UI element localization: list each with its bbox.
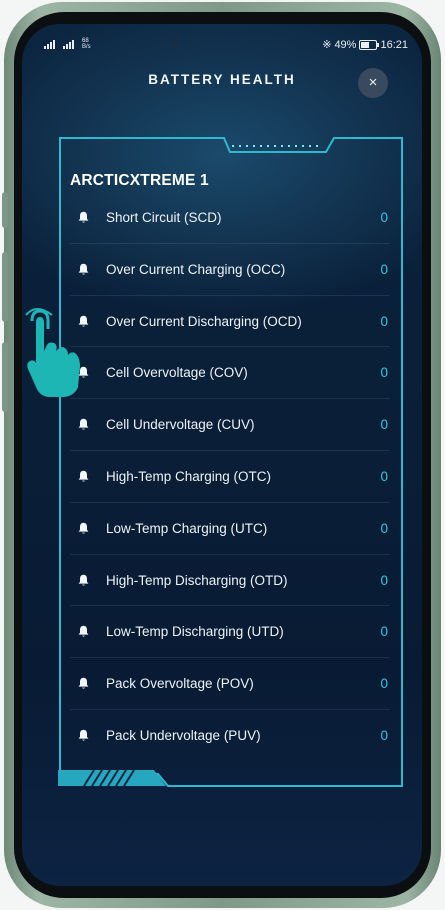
battery-icon xyxy=(359,39,380,50)
alarm-count: 0 xyxy=(380,468,388,484)
clock: 16:21 xyxy=(380,38,408,51)
alarm-label: High-Temp Discharging (OTD) xyxy=(106,572,288,588)
alarm-row: Low-Temp Charging (UTC) 0 xyxy=(70,503,390,555)
front-camera xyxy=(172,40,178,46)
status-left: 68 B/s xyxy=(44,38,91,50)
alarm-row: High-Temp Discharging (OTD) 0 xyxy=(70,555,390,607)
bell-icon xyxy=(78,677,89,689)
device-name: ARCTICXTREME 1 xyxy=(70,172,209,189)
signal-icon xyxy=(44,39,55,49)
alarm-count: 0 xyxy=(380,417,388,433)
alarm-row: Pack Undervoltage (PUV) 0 xyxy=(70,710,390,761)
alarm-count: 0 xyxy=(380,624,388,640)
network-speed-unit: B/s xyxy=(82,44,91,50)
signal-icon xyxy=(63,39,74,49)
bell-icon xyxy=(78,263,89,275)
tap-hand-icon xyxy=(25,308,80,397)
bluetooth-icon: ※ xyxy=(322,39,332,51)
alarm-label: Over Current Discharging (OCD) xyxy=(106,313,302,329)
alarm-row: Cell Overvoltage (COV) 0 xyxy=(70,347,390,400)
alarm-count: 0 xyxy=(380,365,388,381)
close-button[interactable]: × xyxy=(358,68,388,98)
network-speed: 68 B/s xyxy=(82,38,91,50)
bell-icon xyxy=(78,522,89,534)
alarm-label: Cell Undervoltage (CUV) xyxy=(106,417,255,433)
close-icon: × xyxy=(368,74,378,91)
alarm-label: Over Current Charging (OCC) xyxy=(106,261,286,277)
alarm-count: 0 xyxy=(380,313,388,329)
alarm-count: 0 xyxy=(380,520,388,536)
alarm-label: Pack Overvoltage (POV) xyxy=(106,676,254,692)
status-right: ※ 49% 16:21 xyxy=(322,38,408,52)
alarm-row: Low-Temp Discharging (UTD) 0 xyxy=(70,606,390,659)
alarm-count: 0 xyxy=(380,676,388,692)
alarm-label: Low-Temp Charging (UTC) xyxy=(106,520,268,536)
bell-icon xyxy=(78,729,89,741)
alarm-row: Cell Undervoltage (CUV) 0 xyxy=(70,399,390,451)
bell-icon xyxy=(78,626,89,637)
alarm-row: Pack Overvoltage (POV) 0 xyxy=(70,658,390,710)
alarm-row: High-Temp Charging (OTC) 0 xyxy=(70,451,390,503)
alarm-count: 0 xyxy=(380,572,388,588)
alarm-label: Pack Undervoltage (PUV) xyxy=(106,727,261,743)
alarm-label: High-Temp Charging (OTC) xyxy=(106,468,272,484)
power-button xyxy=(2,342,8,412)
volume-button xyxy=(2,192,8,228)
bell-icon xyxy=(78,211,89,223)
bell-icon xyxy=(78,418,89,430)
battery-percent: 49% xyxy=(334,38,357,51)
app-screen: 68 B/s ※ 49% 16:21 BATTERY HEALTH × ARCT… xyxy=(22,24,422,886)
alarm-list: Short Circuit (SCD) 0 Over Current Chargin… xyxy=(70,192,390,761)
alarm-row: Over Current Discharging (OCD) 0 xyxy=(70,296,390,348)
alarm-label: Short Circuit (SCD) xyxy=(106,210,222,225)
alarm-row: Short Circuit (SCD) 0 xyxy=(70,192,390,244)
alarm-label: Low-Temp Discharging (UTD) xyxy=(106,624,284,640)
alarm-count: 0 xyxy=(380,210,388,225)
volume-button xyxy=(2,252,8,322)
alarm-label: Cell Overvoltage (COV) xyxy=(106,365,248,381)
alarm-count: 0 xyxy=(380,727,388,743)
alarm-row: Over Current Charging (OCC) 0 xyxy=(70,244,390,296)
bell-icon xyxy=(78,470,89,482)
bell-icon xyxy=(78,574,89,586)
alarm-count: 0 xyxy=(380,261,388,277)
phone-frame: 68 B/s ※ 49% 16:21 BATTERY HEALTH × ARCT… xyxy=(2,2,441,908)
status-bar: 68 B/s ※ 49% 16:21 xyxy=(22,24,422,64)
